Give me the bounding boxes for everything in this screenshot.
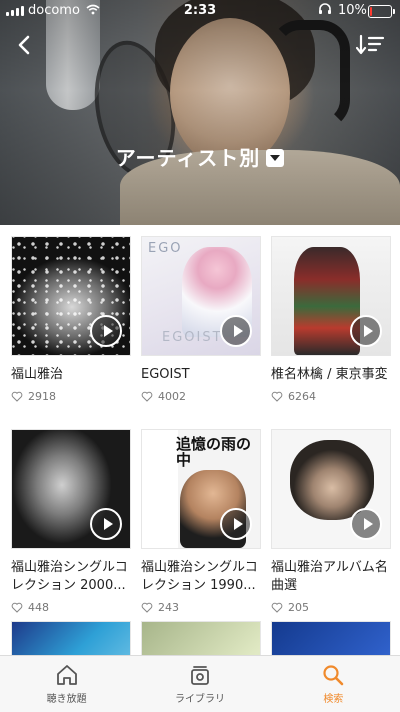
- grid-item[interactable]: 追憶の雨の中 福山雅治シングルコレクション 1990... 243: [141, 429, 261, 614]
- artwork-text: 追憶の雨の中: [176, 435, 252, 469]
- grid-item[interactable]: 福山雅治 2918: [11, 236, 131, 403]
- like-count: 4002: [141, 390, 259, 403]
- tab-listen-unlimited[interactable]: 聴き放題: [0, 656, 133, 712]
- dropdown-icon: [266, 148, 285, 167]
- like-count-value: 2918: [28, 390, 56, 403]
- like-count-value: 6264: [288, 390, 316, 403]
- artwork-thumbnail: [11, 236, 131, 356]
- play-icon[interactable]: [90, 508, 122, 540]
- tab-search[interactable]: 検索: [267, 656, 400, 712]
- status-bar: docomo 2:33 10%: [0, 0, 400, 22]
- tab-label: 聴き放題: [46, 694, 87, 705]
- category-title-dropdown[interactable]: アーティスト別: [0, 142, 400, 171]
- sort-button[interactable]: [355, 32, 386, 58]
- artwork-thumbnail: 追憶の雨の中: [141, 429, 261, 549]
- like-count-value: 4002: [158, 390, 186, 403]
- artwork-thumbnail: [271, 236, 391, 356]
- heart-icon: [11, 602, 23, 613]
- artwork-thumbnail: [11, 429, 131, 549]
- battery-percent: 10%: [338, 3, 367, 18]
- library-icon: [191, 666, 209, 685]
- play-icon[interactable]: [220, 315, 252, 347]
- like-count: 205: [271, 601, 389, 614]
- item-title: 福山雅治: [11, 367, 64, 382]
- search-icon: [323, 665, 344, 686]
- item-title: 福山雅治シングルコレクション 2000...: [11, 560, 128, 593]
- grid-item[interactable]: [141, 621, 261, 655]
- grid-item[interactable]: 福山雅治シングルコレクション 2000... 448: [11, 429, 131, 614]
- artwork-text: EGO: [148, 241, 183, 256]
- page-title: アーティスト別: [115, 146, 261, 170]
- artist-grid: 福山雅治 2918 EGO EGOIST EGOIST 4002 椎名林檎 / …: [0, 225, 400, 655]
- tab-label: 検索: [323, 694, 344, 705]
- artist-header-image: [0, 0, 400, 225]
- like-count: 448: [11, 601, 129, 614]
- artwork-text: EGOIST: [162, 330, 223, 345]
- heart-icon: [271, 602, 283, 613]
- item-title: 福山雅治アルバム名曲選: [271, 560, 388, 593]
- hero-overlay: [0, 0, 400, 225]
- like-count-value: 243: [158, 601, 179, 614]
- sort-icon: [355, 34, 385, 55]
- back-button[interactable]: [12, 32, 38, 58]
- like-count: 6264: [271, 390, 389, 403]
- artwork-thumbnail: EGO EGOIST: [141, 236, 261, 356]
- artwork-thumbnail: [271, 429, 391, 549]
- play-icon[interactable]: [220, 508, 252, 540]
- play-icon[interactable]: [350, 315, 382, 347]
- artwork-thumbnail: [141, 621, 261, 655]
- like-count: 243: [141, 601, 259, 614]
- home-icon: [56, 665, 77, 685]
- heart-icon: [141, 391, 153, 402]
- battery-icon: [368, 5, 395, 18]
- play-icon[interactable]: [90, 315, 122, 347]
- artwork-figure: [294, 247, 360, 355]
- grid-item[interactable]: [271, 621, 391, 655]
- heart-icon: [271, 391, 283, 402]
- item-title: 福山雅治シングルコレクション 1990...: [141, 560, 258, 593]
- artwork-band: [142, 430, 178, 548]
- tab-bar: 聴き放題 ライブラリ 検索: [0, 655, 400, 712]
- grid-item[interactable]: 椎名林檎 / 東京事変 6264: [271, 236, 391, 403]
- item-title: EGOIST: [141, 367, 190, 382]
- chevron-left-icon: [18, 35, 30, 55]
- grid-item[interactable]: 福山雅治アルバム名曲選 205: [271, 429, 391, 614]
- heart-icon: [11, 391, 23, 402]
- like-count: 2918: [11, 390, 129, 403]
- item-title: 椎名林檎 / 東京事変: [271, 367, 388, 382]
- like-count-value: 205: [288, 601, 309, 614]
- grid-item[interactable]: EGO EGOIST EGOIST 4002: [141, 236, 261, 403]
- headphones-status-icon: [318, 3, 332, 19]
- tab-label: ライブラリ: [174, 694, 225, 705]
- grid-item[interactable]: [11, 621, 131, 655]
- like-count-value: 448: [28, 601, 49, 614]
- play-icon[interactable]: [350, 508, 382, 540]
- heart-icon: [141, 602, 153, 613]
- tab-library[interactable]: ライブラリ: [133, 656, 266, 712]
- artwork-thumbnail: [271, 621, 391, 655]
- artwork-thumbnail: [11, 621, 131, 655]
